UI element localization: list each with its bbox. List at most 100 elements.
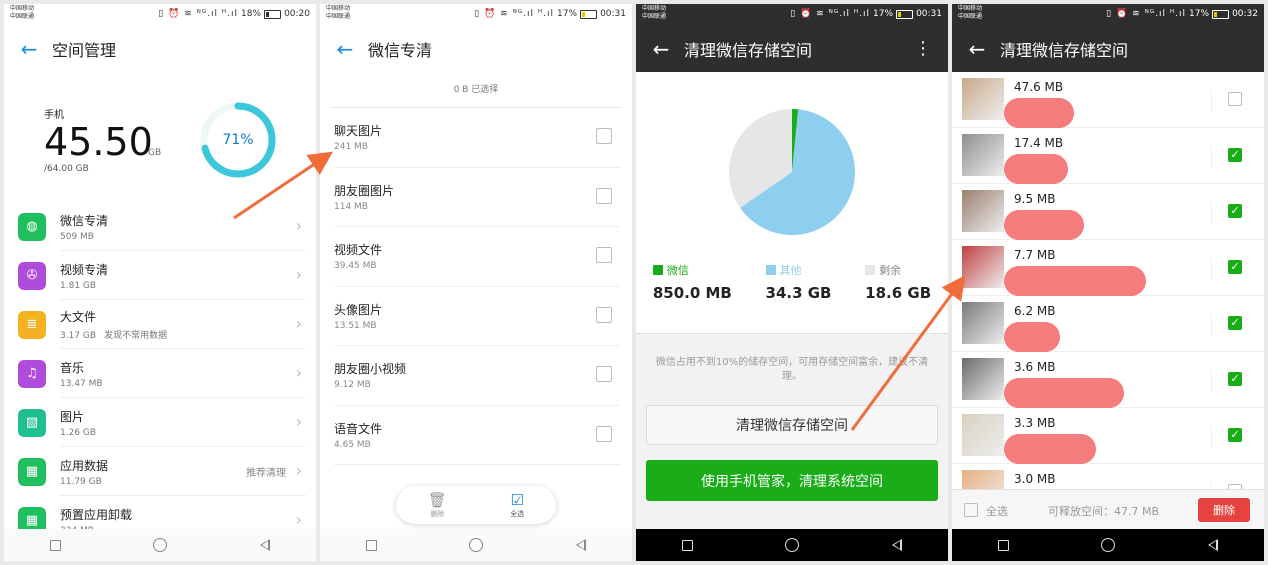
avatar	[962, 134, 1004, 176]
delete-action[interactable]: 🗑 删除	[428, 491, 447, 519]
category-text: 大文件 3.17 GB 发现不常用数据	[60, 308, 167, 341]
contact-storage-size: 9.5 MB	[1014, 192, 1056, 206]
category-item[interactable]: ▦ 应用数据 11.79 GB 推荐清理 ›	[4, 447, 316, 496]
back-arrow-icon[interactable]: ←	[18, 37, 40, 61]
file-category-name: 朋友圈小视频	[334, 362, 407, 376]
row-checkbox[interactable]	[596, 128, 612, 144]
back-triangle-icon[interactable]	[259, 539, 270, 551]
status-bar: 中国移动 中国联通 ▯ ⏰ ≋ ᴺᴳ.ıl ᴴ.ıl 17% 00:32	[952, 4, 1264, 26]
contact-checkbox[interactable]: ✓	[1228, 260, 1242, 274]
contact-checkbox[interactable]	[1228, 92, 1242, 106]
file-category-size: 114 MB	[334, 201, 368, 212]
category-list: ◍ 微信专清 509 MB › ✇ 视频专清 1.81 GB › ≣ 大文件 3.17 GB 发现不常…	[4, 202, 316, 545]
file-category-name: 语音文件	[334, 421, 383, 436]
redacted-name	[1004, 98, 1074, 128]
category-item[interactable]: ◍ 微信专清 509 MB ›	[4, 202, 316, 251]
chevron-right-icon: ›	[295, 363, 302, 382]
status-bar: 中国移动 中国联通 ▯ ⏰ ≋ ᴺᴳ.ıl ᴴ.ıl 17% 00:31	[636, 4, 948, 26]
home-icon[interactable]	[153, 538, 168, 552]
select-all-label: 全选	[510, 510, 525, 518]
contact-row[interactable]: 7.7 MB ✓	[952, 240, 1264, 296]
recent-apps-icon[interactable]	[366, 539, 378, 551]
contact-row[interactable]: 47.6 MB	[952, 72, 1264, 128]
category-name: 应用数据	[60, 458, 109, 473]
clean-wechat-button[interactable]: 清理微信存储空间	[646, 405, 938, 445]
category-item[interactable]: ▨ 图片 1.26 GB ›	[4, 398, 316, 447]
contact-checkbox[interactable]: ✓	[1228, 204, 1242, 218]
delete-label: 删除	[430, 510, 445, 518]
contact-row[interactable]: 3.6 MB ✓	[952, 352, 1264, 408]
contact-checkbox[interactable]: ✓	[1228, 428, 1242, 442]
contact-row[interactable]: 3.3 MB ✓	[952, 408, 1264, 464]
category-size-line: 1.81 GB	[60, 281, 108, 291]
divider	[1211, 314, 1212, 336]
home-icon[interactable]	[785, 538, 800, 552]
back-triangle-icon[interactable]	[1207, 539, 1218, 551]
select-all-action[interactable]: ☑ 全选	[510, 491, 524, 519]
title-bar: ← 微信专清	[320, 26, 632, 72]
row-checkbox[interactable]	[596, 366, 612, 382]
recent-apps-icon[interactable]	[682, 539, 694, 551]
file-category-name: 视频文件	[334, 243, 383, 257]
recent-apps-icon[interactable]	[998, 539, 1010, 551]
chevron-right-icon: ›	[295, 265, 302, 284]
contact-row[interactable]: 9.5 MB ✓	[952, 184, 1264, 240]
file-category-row[interactable]: 语音文件 4.65 MB	[334, 406, 620, 465]
nav-bar	[952, 529, 1264, 561]
row-checkbox[interactable]	[596, 306, 612, 323]
select-all-checkbox[interactable]	[964, 503, 978, 517]
delete-button[interactable]: 删除	[1198, 498, 1250, 522]
contact-row[interactable]: 17.4 MB ✓	[952, 128, 1264, 184]
file-category-size: 241 MB	[334, 142, 368, 152]
trash-icon: 🗑	[427, 491, 447, 509]
contact-checkbox[interactable]: ✓	[1228, 316, 1242, 330]
home-icon[interactable]	[469, 538, 484, 552]
avatar	[962, 78, 1004, 120]
more-menu-icon[interactable]: ⋮	[914, 38, 932, 59]
file-category-name: 头像图片	[334, 302, 383, 317]
back-arrow-icon[interactable]: ←	[334, 37, 356, 61]
wechat-icon: ◍	[18, 212, 46, 241]
contact-row[interactable]: 6.2 MB ✓	[952, 296, 1264, 352]
back-triangle-icon[interactable]	[575, 539, 586, 551]
battery-percent: 17%	[1189, 9, 1210, 19]
contact-checkbox[interactable]: ✓	[1228, 148, 1242, 162]
category-item[interactable]: ♫ 音乐 13.47 MB ›	[4, 349, 316, 398]
file-category-row[interactable]: 聊天图片 241 MB	[334, 108, 620, 168]
row-checkbox[interactable]	[596, 187, 612, 204]
back-triangle-icon[interactable]	[891, 539, 902, 551]
back-arrow-icon[interactable]: ←	[650, 37, 672, 61]
file-category-row[interactable]: 视频文件 39.45 MB	[334, 227, 620, 287]
storage-summary: 手机 45.50 GB /64.00 GB 71%	[4, 72, 316, 202]
redacted-name	[1004, 322, 1060, 352]
battery-icon	[896, 9, 914, 19]
page-title: 微信专清	[368, 41, 433, 60]
recommend-hint: 推荐清理	[246, 468, 286, 479]
category-name: 图片	[60, 409, 85, 424]
device-label: 手机	[44, 110, 64, 121]
bottom-action-bar: 全选 可释放空间：47.7 MB 删除	[952, 489, 1264, 529]
category-item[interactable]: ≣ 大文件 3.17 GB 发现不常用数据 ›	[4, 300, 316, 349]
file-category-size: 39.45 MB	[334, 261, 377, 271]
category-size: 13.47 MB	[60, 378, 103, 389]
back-arrow-icon[interactable]: ←	[966, 37, 988, 61]
status-icons: ▯ ⏰ ≋ ᴺᴳ.ıl ᴴ.ıl	[790, 9, 871, 19]
contact-storage-size: 6.2 MB	[1014, 304, 1056, 318]
home-icon[interactable]	[1101, 538, 1116, 552]
phone-wechat-storage: 中国移动 中国联通 ▯ ⏰ ≋ ᴺᴳ.ıl ᴴ.ıl 17% 00:31 ← 清…	[636, 4, 948, 561]
phone-manager-button[interactable]: 使用手机管家，清理系统空间	[646, 460, 938, 501]
file-category-row[interactable]: 朋友圈小视频 9.12 MB	[334, 346, 620, 406]
row-checkbox[interactable]	[596, 425, 612, 442]
file-category-row[interactable]: 朋友圈图片 114 MB	[334, 168, 620, 227]
row-checkbox[interactable]	[596, 247, 612, 263]
recent-apps-icon[interactable]	[50, 539, 62, 551]
category-text: 图片 1.26 GB	[60, 408, 96, 438]
battery-percent: 18%	[241, 9, 262, 19]
chevron-right-icon: ›	[295, 314, 302, 333]
file-category-row[interactable]: 头像图片 13.51 MB	[334, 287, 620, 346]
phone-storage-management: 中国移动 中国联通 ▯ ⏰ ≋ ᴺᴳ.ıl ᴴ.ıl 18% 00:20 ← 空…	[4, 4, 316, 561]
contact-checkbox[interactable]: ✓	[1228, 372, 1242, 386]
category-item[interactable]: ✇ 视频专清 1.81 GB ›	[4, 251, 316, 300]
redacted-name	[1004, 378, 1124, 408]
title-bar: ← 清理微信存储空间	[952, 26, 1264, 72]
